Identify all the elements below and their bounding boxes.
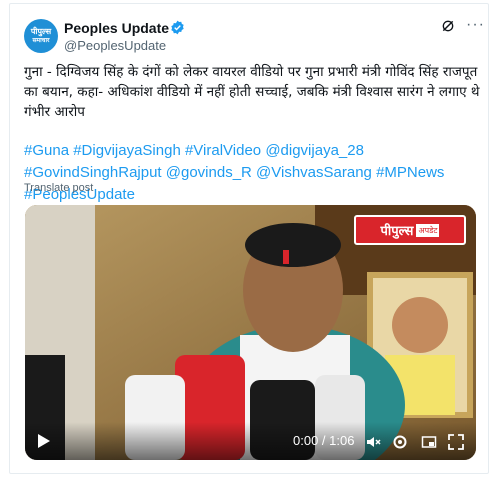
- badge-sub-text: अपडेट: [416, 223, 440, 237]
- fullscreen-icon[interactable]: [448, 434, 464, 450]
- author-handle[interactable]: @PeoplesUpdate: [64, 38, 166, 53]
- picture-in-picture-icon[interactable]: [421, 434, 437, 450]
- hashtag-link[interactable]: #GovindSinghRajput: [24, 164, 162, 181]
- avatar-text-line2: समाचार: [32, 37, 50, 44]
- settings-gear-icon[interactable]: [392, 434, 408, 450]
- mention-link[interactable]: @digvijaya_28: [265, 142, 364, 159]
- verified-badge-icon: [171, 20, 184, 35]
- mention-link[interactable]: @govinds_R: [166, 164, 252, 181]
- post-text: गुना - दिग्विजय सिंह के दंगों को लेकर वा…: [24, 64, 480, 120]
- author-name[interactable]: Peoples Update: [64, 20, 169, 36]
- channel-badge: पीपुल्स अपडेट: [354, 215, 466, 245]
- mention-link[interactable]: @VishvasSarang: [256, 164, 372, 181]
- video-player[interactable]: पीपुल्स अपडेट 0:00 / 1:06: [25, 205, 476, 460]
- hashtag-link[interactable]: #MPNews: [376, 164, 444, 181]
- hashtag-link[interactable]: #DigvijayaSingh: [73, 142, 181, 159]
- grok-icon[interactable]: [440, 18, 456, 34]
- hashtag-link[interactable]: #Guna: [24, 142, 69, 159]
- badge-main-text: पीपुल्स: [380, 224, 414, 239]
- translate-post-link[interactable]: Translate post: [24, 182, 93, 194]
- more-options-icon[interactable]: ···: [466, 16, 485, 34]
- hashtag-link[interactable]: #ViralVideo: [185, 142, 261, 159]
- video-time: 0:00 / 1:06: [293, 433, 355, 448]
- hashtag-line: #Guna #DigvijayaSingh #ViralVideo @digvi…: [24, 140, 484, 206]
- volume-muted-icon[interactable]: [365, 434, 381, 450]
- play-icon[interactable]: [37, 433, 51, 449]
- avatar[interactable]: पीपुल्स समाचार: [24, 19, 58, 53]
- video-controls: 0:00 / 1:06: [25, 422, 476, 460]
- avatar-text-line1: पीपुल्स: [30, 27, 52, 36]
